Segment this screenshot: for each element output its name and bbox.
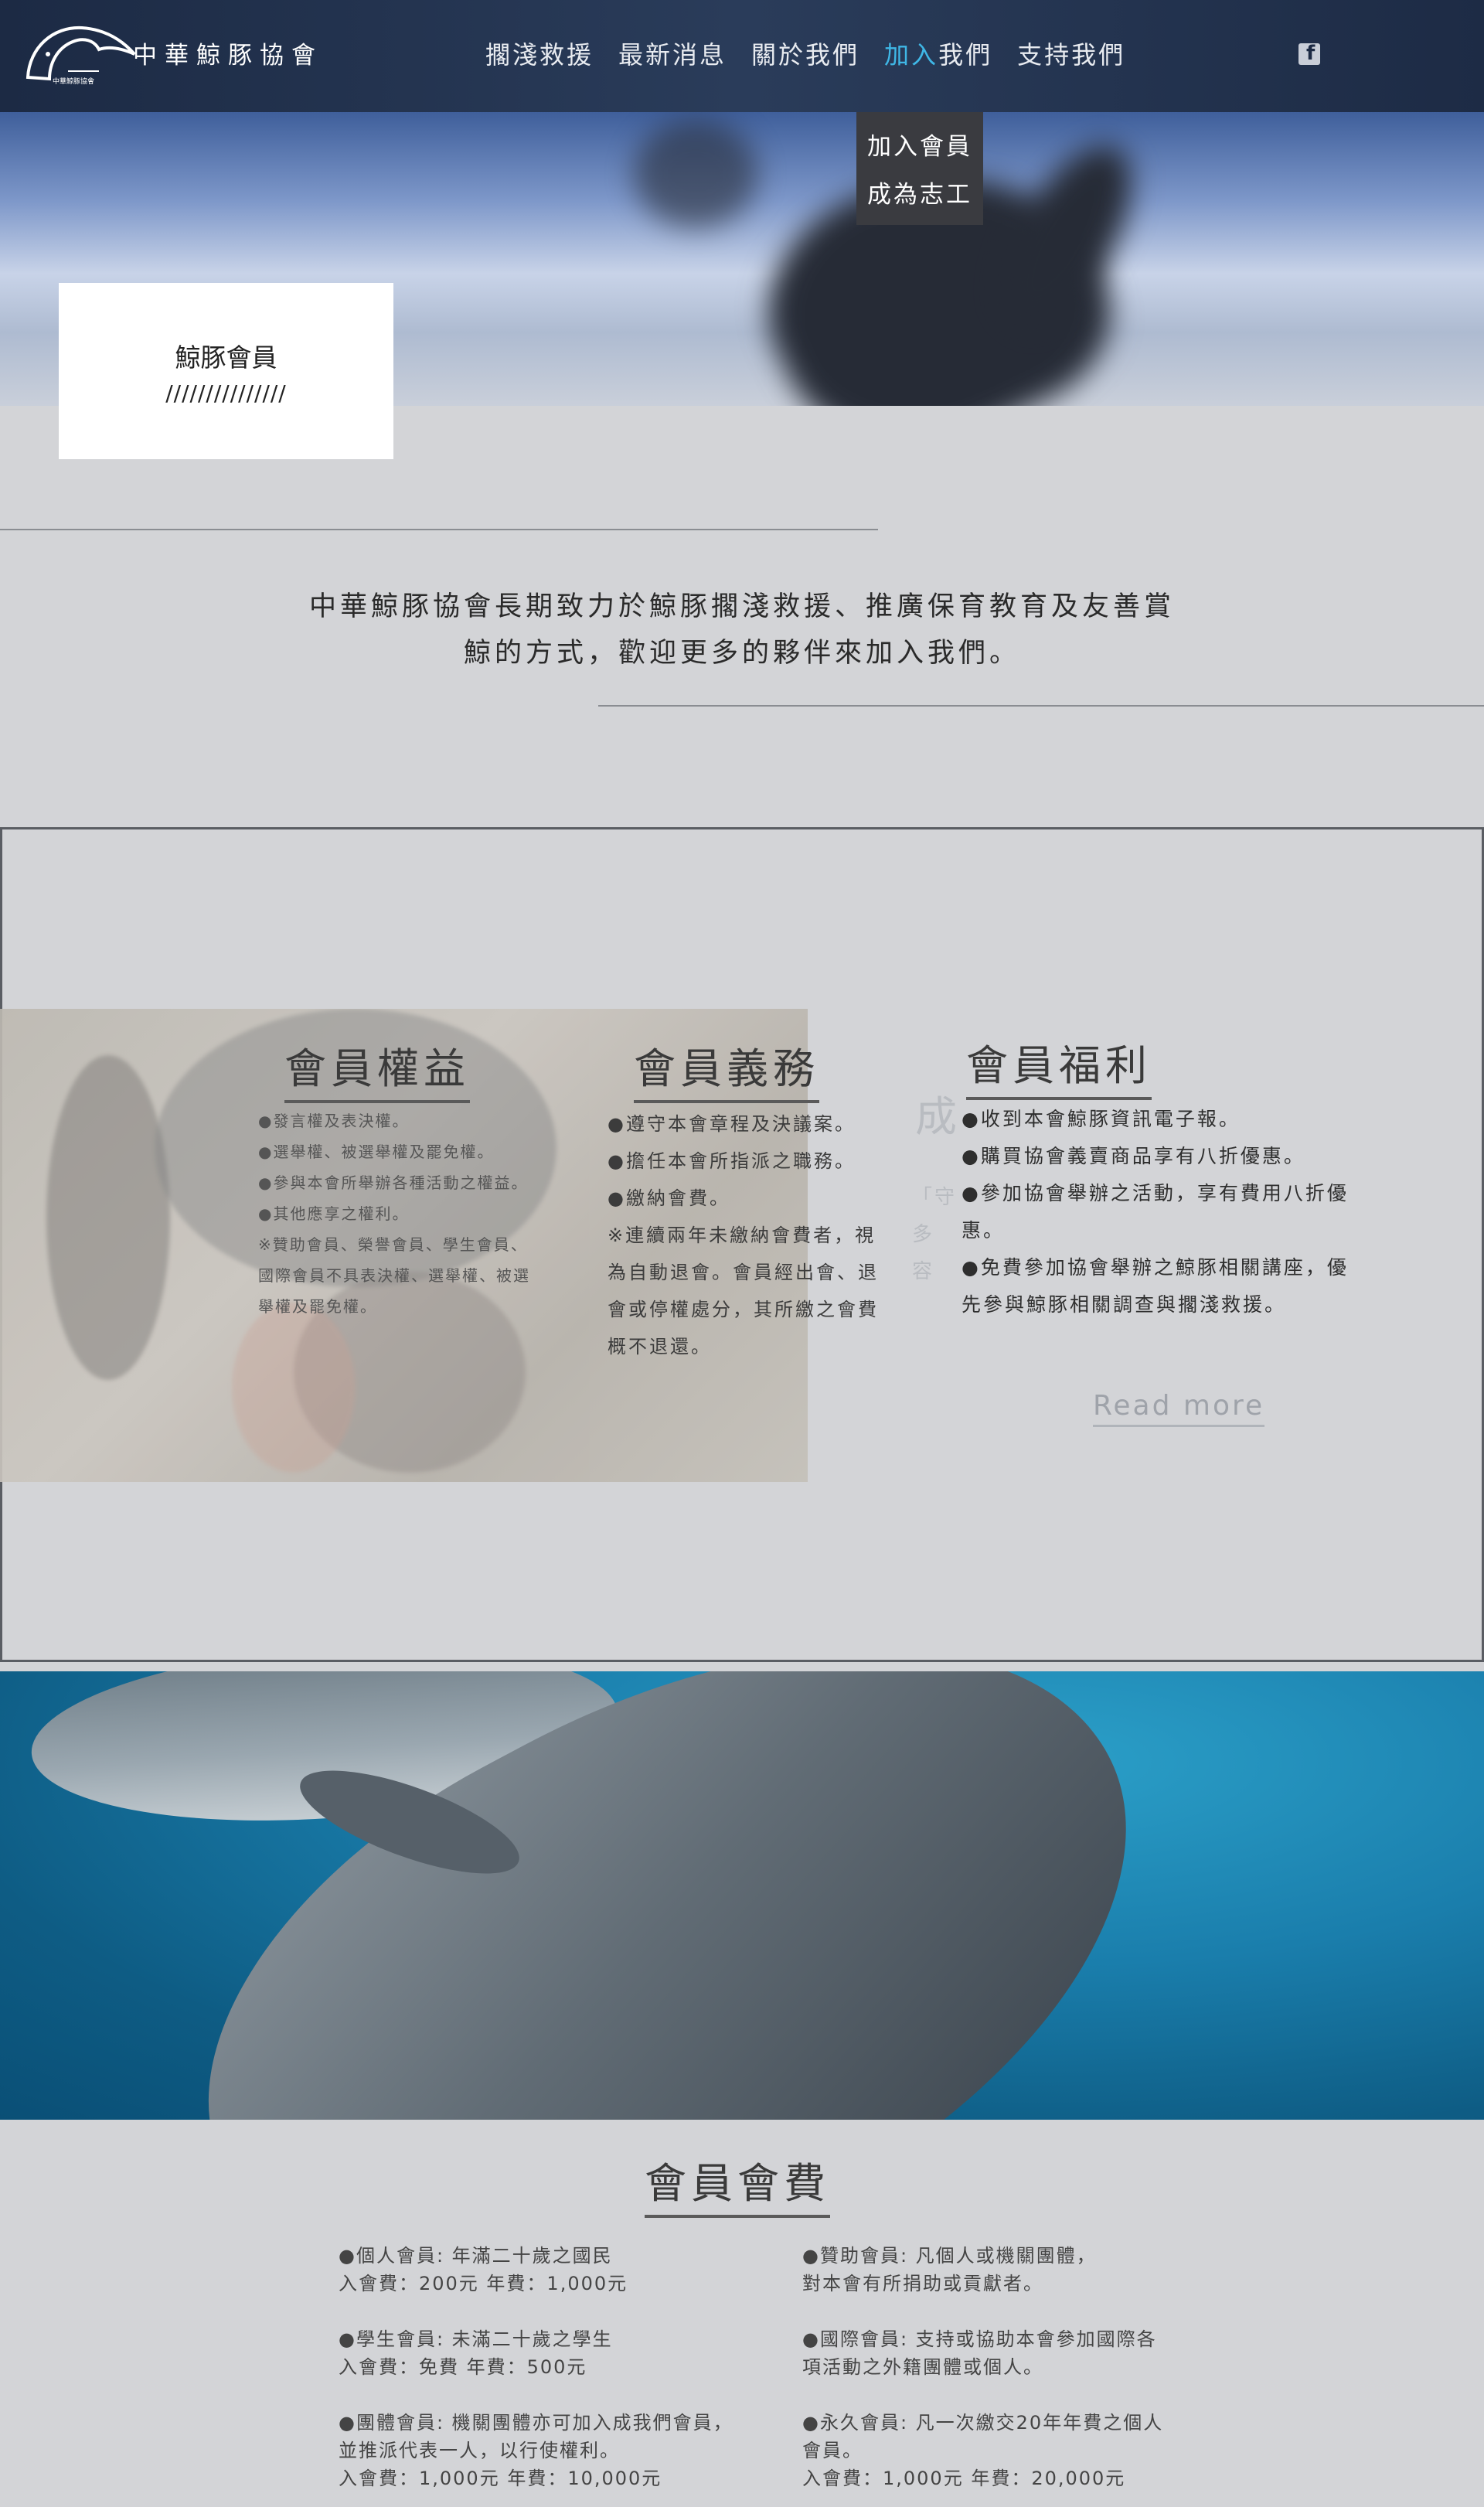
list-item: ●購買協會義賣商品享有八折優惠。	[962, 1145, 1305, 1167]
list-item: ●繳納會費。	[608, 1187, 730, 1209]
fee-text: ●國際會員: 支持或協助本會參加國際各	[802, 2328, 1157, 2350]
dolphin-photo	[0, 1671, 1484, 2120]
intro-line-2: 鯨的方式，歡迎更多的夥伴來加入我們。	[463, 638, 1020, 669]
list-item: ●選舉權、被選舉權及罷免權。	[258, 1143, 495, 1161]
fee-text: ●永久會員: 凡一次繳交20年年費之個人	[802, 2412, 1164, 2434]
list-item: ●參與本會所舉辦各種活動之權益。	[258, 1173, 529, 1192]
fee-price: 入會費：200元 年費：1,000元	[339, 2273, 628, 2294]
hero-card-title: 鯨豚會員	[175, 342, 277, 373]
fee-price: 入會費：1,000元 年費：10,000元	[339, 2468, 662, 2489]
list-item: ●參加協會舉辦之活動，享有費用八折優	[962, 1182, 1349, 1204]
list-item: 概不退還。	[608, 1336, 712, 1357]
read-more-link[interactable]: Read more	[1093, 1390, 1265, 1427]
list-item: ●遵守本會章程及決議案。	[608, 1113, 856, 1135]
nav-item-join-rest: 我們	[938, 40, 993, 70]
list-item: 先參與鯨豚相關調查與擱淺救援。	[962, 1293, 1287, 1316]
fee-international: ●國際會員: 支持或協助本會參加國際各 項活動之外籍團體或個人。	[802, 2325, 1157, 2381]
list-item: ●擔任本會所指派之職務。	[608, 1150, 856, 1172]
list-item: ●發言權及表決權。	[258, 1112, 410, 1130]
fee-text: ●團體會員: 機關團體亦可加入成我們會員，	[339, 2412, 733, 2434]
list-item: ●收到本會鯨豚資訊電子報。	[962, 1108, 1241, 1130]
welfare-title: 會員福利	[966, 1031, 1152, 1100]
list-item: 國際會員不具表決權、選舉權、被選	[258, 1266, 530, 1285]
fee-text: 會員。	[802, 2440, 863, 2461]
fee-sponsor: ●贊助會員: 凡個人或機關團體， 對本會有所捐助或貢獻者。	[802, 2242, 1097, 2298]
welfare-list: ●收到本會鯨豚資訊電子報。 ●購買協會義賣商品享有八折優惠。 ●參加協會舉辦之活…	[962, 1101, 1349, 1323]
list-item: ※連續兩年未繳納會費者，視	[608, 1225, 876, 1246]
fees-title: 會員會費	[645, 2149, 830, 2218]
whale-fin-image-2	[634, 120, 757, 228]
dropdown-item-volunteer[interactable]: 成為志工	[856, 171, 983, 219]
ghost-text-3: 容	[912, 1260, 935, 1283]
nav-item-rescue[interactable]: 擱淺救援	[485, 36, 594, 71]
intro-line-1: 中華鯨豚協會長期致力於鯨豚擱淺救援、推廣保育教育及友善賞	[308, 591, 1175, 622]
fee-price: 入會費：1,000元 年費：20,000元	[802, 2468, 1126, 2489]
dropdown-item-join-member[interactable]: 加入會員	[856, 123, 983, 171]
fee-text: 並推派代表一人，以行使權利。	[339, 2440, 620, 2461]
ghost-heading: 成	[915, 1092, 959, 1141]
list-item: 惠。	[962, 1219, 1006, 1242]
fee-text: ●學生會員: 未滿二十歲之學生	[339, 2328, 613, 2350]
fee-text: ●個人會員: 年滿二十歲之國民	[339, 2245, 613, 2267]
ghost-text-2: 多	[912, 1223, 935, 1246]
intro-text: 中華鯨豚協會長期致力於鯨豚擱淺救援、推廣保育教育及友善賞 鯨的方式，歡迎更多的夥…	[0, 584, 1484, 676]
svg-text:中華鯨豚協會: 中華鯨豚協會	[53, 77, 94, 86]
list-item: ※贊助會員、榮譽會員、學生會員、	[258, 1235, 528, 1254]
list-item: 會或停權處分，其所繳之會費	[608, 1299, 879, 1320]
rights-list: ●發言權及表決權。 ●選舉權、被選舉權及罷免權。 ●參與本會所舉辦各種活動之權益…	[258, 1105, 530, 1322]
duty-title: 會員義務	[634, 1034, 819, 1103]
list-item: 舉權及罷免權。	[258, 1297, 377, 1316]
fee-permanent: ●永久會員: 凡一次繳交20年年費之個人 會員。 入會費：1,000元 年費：2…	[802, 2409, 1163, 2492]
fee-text: 項活動之外籍團體或個人。	[802, 2356, 1043, 2378]
dolphin-logo-icon[interactable]: 中華鯨豚協會	[22, 17, 138, 94]
fee-text: 對本會有所捐助或貢獻者。	[802, 2273, 1043, 2294]
fee-text: ●贊助會員: 凡個人或機關團體，	[802, 2245, 1097, 2267]
site-name[interactable]: 中華鯨豚協會	[133, 36, 323, 70]
nav-item-news[interactable]: 最新消息	[618, 36, 727, 71]
hero-title-card: 鯨豚會員 ///////////////	[59, 283, 393, 459]
hero-card-subtitle: ///////////////	[165, 380, 287, 406]
nav-item-about[interactable]: 關於我們	[751, 36, 859, 71]
nav-item-join[interactable]: 加入我們	[884, 36, 992, 71]
ghost-text-1: 「守	[912, 1186, 958, 1209]
rights-title: 會員權益	[284, 1034, 470, 1103]
nav-item-support[interactable]: 支持我們	[1017, 36, 1125, 71]
list-item: ●其他應享之權利。	[258, 1204, 410, 1223]
duty-list: ●遵守本會章程及決議案。 ●擔任本會所指派之職務。 ●繳納會費。 ※連續兩年未繳…	[608, 1105, 879, 1365]
fee-price: 入會費：免費 年費：500元	[339, 2356, 587, 2378]
fee-individual: ●個人會員: 年滿二十歲之國民 入會費：200元 年費：1,000元	[339, 2242, 628, 2298]
facebook-icon[interactable]	[1298, 42, 1320, 65]
divider-line-right	[598, 705, 1484, 707]
join-dropdown-menu: 加入會員 成為志工	[856, 112, 983, 225]
fee-student: ●學生會員: 未滿二十歲之學生 入會費：免費 年費：500元	[339, 2325, 613, 2381]
site-header: 中華鯨豚協會 中華鯨豚協會 擱淺救援 最新消息 關於我們 加入我們 支持我們	[0, 0, 1484, 112]
list-item: 為自動退會。會員經出會、退	[608, 1262, 879, 1283]
list-item: ●免費參加協會舉辦之鯨豚相關講座，優	[962, 1256, 1349, 1279]
nav-item-join-highlight: 加入	[884, 40, 939, 70]
divider-line-left	[0, 529, 878, 530]
main-nav: 擱淺救援 最新消息 關於我們 加入我們 支持我們	[485, 36, 1150, 71]
fee-group: ●團體會員: 機關團體亦可加入成我們會員， 並推派代表一人，以行使權利。 入會費…	[339, 2409, 733, 2492]
